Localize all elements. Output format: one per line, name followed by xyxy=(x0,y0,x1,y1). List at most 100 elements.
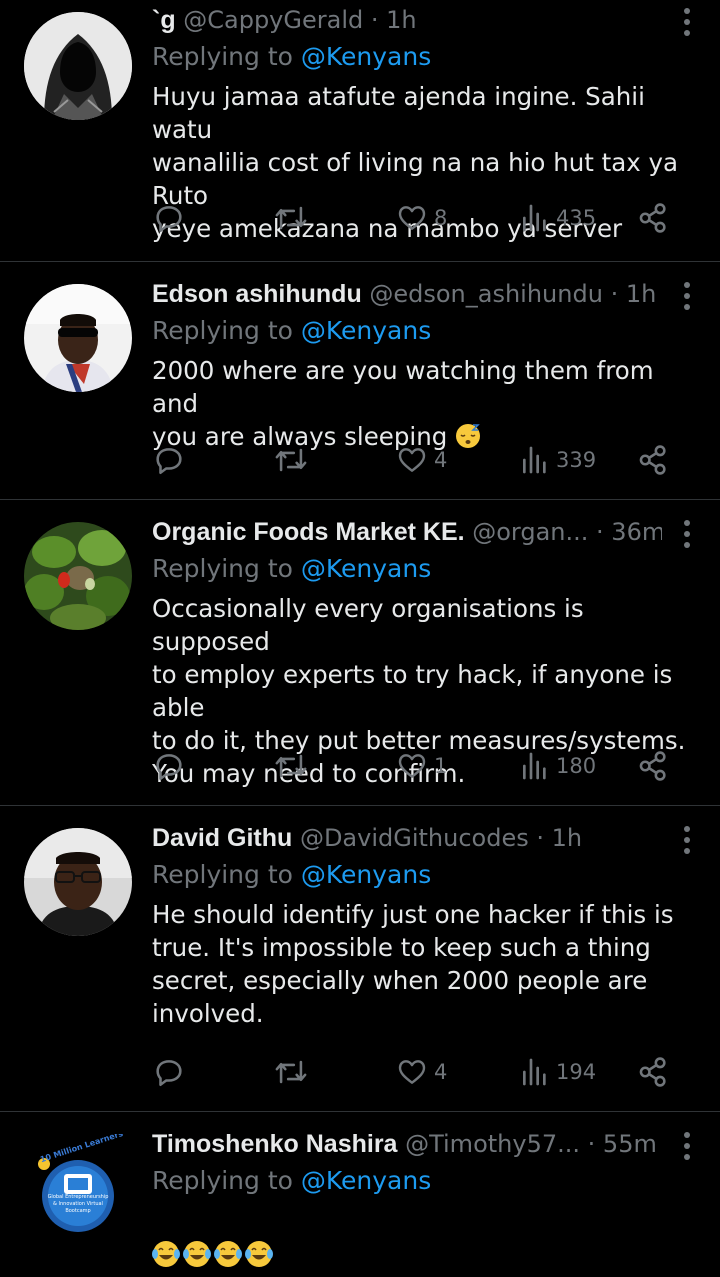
replying-to: Replying to @Kenyans xyxy=(152,858,700,892)
tweet-text: 2000 where are you watching them from an… xyxy=(152,356,654,451)
timestamp[interactable]: 55m xyxy=(603,1130,657,1158)
author-handle[interactable]: @organ... xyxy=(472,518,588,546)
share-button[interactable] xyxy=(636,1052,670,1092)
views-icon xyxy=(523,446,546,474)
tweet-actions: 4 339 xyxy=(152,440,680,480)
retweet-button[interactable] xyxy=(272,440,310,480)
retweet-icon xyxy=(275,754,307,778)
avatar[interactable] xyxy=(24,284,132,392)
view-count: 180 xyxy=(556,754,597,778)
view-count: 339 xyxy=(556,448,597,472)
heart-icon xyxy=(398,1060,426,1084)
author-name[interactable]: David Githu xyxy=(152,824,292,852)
mention-link[interactable]: @Kenyans xyxy=(301,554,431,583)
tweet[interactable]: Edson ashihundu @edson_ashihundu · 1h Re… xyxy=(0,262,720,500)
timestamp[interactable]: 1h xyxy=(386,6,416,34)
replying-to: Replying to @Kenyans xyxy=(152,40,700,74)
like-count: 4 xyxy=(434,448,448,472)
heart-icon xyxy=(398,206,426,230)
tweet-header: Edson ashihundu @edson_ashihundu · 1h xyxy=(152,276,662,312)
more-options-icon[interactable] xyxy=(684,282,690,315)
tweet-text: He should identify just one hacker if th… xyxy=(152,900,674,1028)
reply-icon xyxy=(156,206,182,233)
tweet-actions: 8 435 xyxy=(152,198,680,238)
separator-dot: · xyxy=(610,280,619,308)
tweet[interactable]: David Githu @DavidGithucodes · 1h Replyi… xyxy=(0,806,720,1112)
reply-icon xyxy=(156,448,182,475)
views-button[interactable]: 194 xyxy=(520,1052,596,1092)
like-button[interactable]: 1 xyxy=(396,746,447,786)
replying-to: Replying to @Kenyans xyxy=(152,314,700,348)
timestamp[interactable]: 36m xyxy=(611,518,662,546)
retweet-button[interactable] xyxy=(272,1052,310,1092)
view-count: 194 xyxy=(556,1060,597,1084)
share-icon xyxy=(639,445,666,475)
tweet-header: Timoshenko Nashira @Timothy57... · 55m xyxy=(152,1126,662,1162)
more-options-icon[interactable] xyxy=(684,826,690,859)
author-handle[interactable]: @DavidGithucodes xyxy=(300,824,529,852)
share-button[interactable] xyxy=(636,440,670,480)
separator-dot: · xyxy=(536,824,544,852)
author-handle[interactable]: @edson_ashihundu xyxy=(369,280,603,308)
mention-link[interactable]: @Kenyans xyxy=(301,316,431,345)
replying-to-label: Replying to xyxy=(152,42,301,71)
share-button[interactable] xyxy=(636,746,670,786)
strawberry-plant-avatar-image xyxy=(24,522,132,630)
retweet-button[interactable] xyxy=(272,198,310,238)
replying-to: Replying to @Kenyans xyxy=(152,552,700,586)
reply-button[interactable] xyxy=(152,746,186,786)
view-count: 435 xyxy=(556,206,597,230)
reply-icon xyxy=(156,754,182,781)
views-button[interactable]: 435 xyxy=(520,198,596,238)
like-count: 4 xyxy=(434,1060,448,1084)
avatar[interactable] xyxy=(24,828,132,936)
share-button[interactable] xyxy=(636,198,670,238)
retweet-icon xyxy=(275,448,307,472)
more-options-icon[interactable] xyxy=(684,520,690,553)
avatar[interactable] xyxy=(24,522,132,630)
views-icon xyxy=(523,752,546,780)
like-button[interactable]: 8 xyxy=(396,198,447,238)
laughing-tears-emoji xyxy=(152,1241,273,1267)
logo-text-top: 10 Million Learners xyxy=(39,1134,125,1165)
author-handle[interactable]: @CappyGerald xyxy=(183,6,363,34)
reply-button[interactable] xyxy=(152,198,186,238)
share-icon xyxy=(639,1057,666,1087)
tweet-actions: 4 194 xyxy=(152,1052,680,1092)
views-button[interactable]: 339 xyxy=(520,440,596,480)
tweet[interactable]: Organic Foods Market KE. @organ... · 36m… xyxy=(0,500,720,806)
timestamp[interactable]: 1h xyxy=(626,280,656,308)
views-icon xyxy=(523,1058,546,1086)
like-button[interactable]: 4 xyxy=(396,440,447,480)
tweet-actions: 1 180 xyxy=(152,746,680,786)
more-options-icon[interactable] xyxy=(684,1132,690,1165)
man-sunglasses-avatar-image xyxy=(24,284,132,392)
mention-link[interactable]: @Kenyans xyxy=(301,1166,431,1195)
replying-to: Replying to @Kenyans xyxy=(152,1164,700,1198)
more-options-icon[interactable] xyxy=(684,8,690,41)
author-name[interactable]: Timoshenko Nashira xyxy=(152,1130,397,1158)
author-name[interactable]: Edson ashihundu xyxy=(152,280,362,308)
avatar[interactable] xyxy=(24,12,132,120)
retweet-icon xyxy=(275,206,307,230)
reply-button[interactable] xyxy=(152,440,186,480)
tweet[interactable]: 10 Million Learners Global Entrepreneurs… xyxy=(0,1112,720,1267)
mention-link[interactable]: @Kenyans xyxy=(301,860,431,889)
author-handle[interactable]: @Timothy57... xyxy=(405,1130,580,1158)
timestamp[interactable]: 1h xyxy=(552,824,582,852)
logo-text-bottom: Global Entrepreneurship & Innovation Vir… xyxy=(47,1194,109,1214)
retweet-button[interactable] xyxy=(272,746,310,786)
like-button[interactable]: 4 xyxy=(396,1052,447,1092)
author-name[interactable]: `g xyxy=(152,6,176,34)
replying-to-label: Replying to xyxy=(152,554,301,583)
mention-link[interactable]: @Kenyans xyxy=(301,42,431,71)
separator-dot: · xyxy=(587,1130,596,1158)
views-icon xyxy=(523,204,546,232)
author-name[interactable]: Organic Foods Market KE. xyxy=(152,518,465,546)
tweet[interactable]: `g @CappyGerald · 1h Replying to @Kenyan… xyxy=(0,0,720,262)
hooded-figure-avatar-image xyxy=(24,12,132,120)
reply-button[interactable] xyxy=(152,1052,186,1092)
heart-icon xyxy=(398,448,426,472)
tweet-text-container: 2000 where are you watching them from an… xyxy=(152,354,700,453)
views-button[interactable]: 180 xyxy=(520,746,596,786)
